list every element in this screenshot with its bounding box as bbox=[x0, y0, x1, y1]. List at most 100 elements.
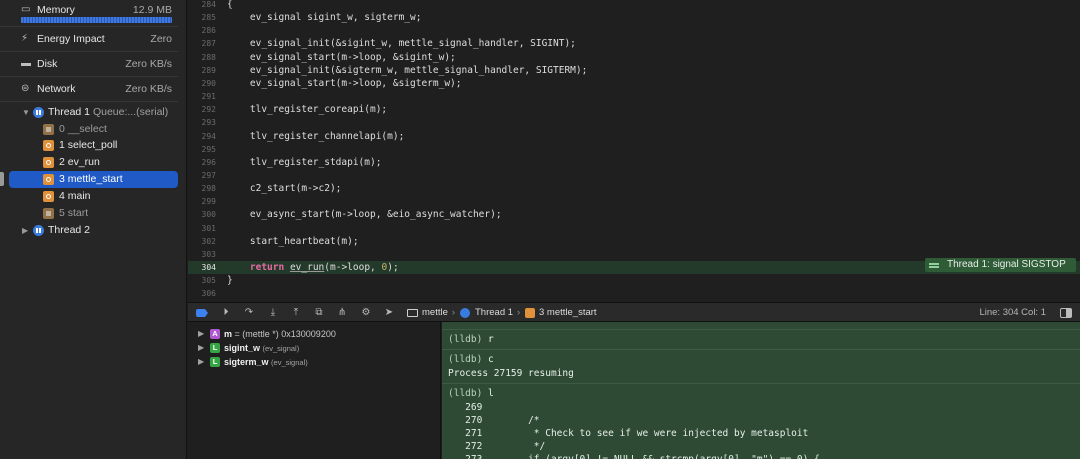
line-number[interactable]: 296 bbox=[188, 156, 216, 169]
line-number[interactable]: 286 bbox=[188, 24, 216, 37]
breadcrumb-project[interactable]: mettle › bbox=[422, 307, 459, 319]
step-out-icon[interactable]: ⤒ bbox=[290, 307, 302, 319]
view-hierarchy-icon[interactable]: ⧉ bbox=[313, 307, 325, 319]
step-over-icon[interactable]: ↷ bbox=[243, 307, 255, 319]
line-number[interactable]: 300 bbox=[188, 208, 216, 221]
gauge-energy[interactable]: ⚡ Energy Impact Zero bbox=[0, 27, 178, 52]
thread-1-row[interactable]: ▼ Thread 1 Queue:...(serial) bbox=[0, 104, 178, 121]
code-line[interactable]: 300 ev_async_start(m->loop, &eio_async_w… bbox=[188, 208, 1080, 221]
code-line[interactable]: 287 ev_signal_init(&sigint_w, mettle_sig… bbox=[188, 37, 1080, 50]
chevron-right-icon: › bbox=[517, 307, 521, 318]
chevron-right-icon[interactable]: ▶ bbox=[198, 327, 204, 341]
stack-frame-1[interactable]: 1 select_poll bbox=[0, 137, 178, 154]
line-number[interactable]: 292 bbox=[188, 103, 216, 116]
environment-overrides-icon[interactable]: ⚙ bbox=[360, 307, 372, 319]
code-line[interactable]: 291 bbox=[188, 90, 1080, 103]
line-number[interactable]: 288 bbox=[188, 51, 216, 64]
code-line[interactable]: 289 ev_signal_init(&sigterm_w, mettle_si… bbox=[188, 64, 1080, 77]
line-number[interactable]: 303 bbox=[188, 248, 216, 261]
variable-name-text: m bbox=[224, 329, 233, 339]
stop-annotation[interactable]: Thread 1: signal SIGSTOP bbox=[925, 258, 1076, 272]
stack-frame-2[interactable]: 2 ev_run bbox=[0, 154, 178, 171]
code-line[interactable]: 305} bbox=[188, 274, 1080, 287]
code-token: return bbox=[249, 262, 285, 273]
line-number[interactable]: 301 bbox=[188, 222, 216, 235]
local-badge-icon: L bbox=[210, 343, 220, 353]
line-number[interactable]: 289 bbox=[188, 64, 216, 77]
code-line[interactable]: 306 bbox=[188, 287, 1080, 300]
energy-icon: ⚡ bbox=[21, 33, 29, 44]
simulate-location-icon[interactable]: ➤ bbox=[383, 307, 395, 319]
lldb-prompt: (lldb) bbox=[448, 334, 483, 345]
line-number[interactable]: 305 bbox=[188, 274, 216, 287]
code-text: ev_signal_init(&sigterm_w, mettle_signal… bbox=[227, 64, 588, 76]
code-line[interactable]: 286 bbox=[188, 24, 1080, 37]
stack-frame-3-selected[interactable]: 3 mettle_start bbox=[9, 171, 178, 188]
chevron-right-icon[interactable]: ▶ bbox=[22, 222, 28, 239]
code-line[interactable]: 284 { bbox=[188, 0, 1080, 11]
project-icon bbox=[407, 309, 418, 317]
line-number[interactable]: 304 bbox=[188, 261, 216, 274]
gauge-disk[interactable]: ▬ Disk Zero KB/s bbox=[0, 52, 178, 77]
code-line[interactable]: 301 bbox=[188, 222, 1080, 235]
code-line[interactable]: 297 bbox=[188, 169, 1080, 182]
code-line[interactable]: 299 bbox=[188, 195, 1080, 208]
line-number[interactable]: 284 bbox=[188, 0, 216, 11]
console-line: (lldb) r bbox=[448, 333, 494, 346]
memory-usage-bar bbox=[21, 17, 172, 23]
step-into-icon[interactable]: ⤓ bbox=[267, 307, 279, 319]
line-number[interactable]: 285 bbox=[188, 11, 216, 24]
gauge-network-label: Network bbox=[37, 83, 76, 95]
code-text: { bbox=[227, 0, 233, 10]
line-number[interactable]: 302 bbox=[188, 235, 216, 248]
code-text: ev_signal_start(m->loop, &sigterm_w); bbox=[227, 77, 462, 89]
code-line[interactable]: 293 bbox=[188, 116, 1080, 129]
stack-frame-5[interactable]: 5 start bbox=[0, 205, 178, 222]
thread-2-row[interactable]: ▶ Thread 2 bbox=[0, 222, 178, 239]
code-text: tlv_register_channelapi(m); bbox=[227, 130, 405, 142]
line-number[interactable]: 290 bbox=[188, 77, 216, 90]
thread-icon bbox=[33, 107, 44, 118]
continue-icon[interactable]: ⏵ bbox=[220, 307, 232, 319]
source-editor[interactable]: 284{285 ev_signal sigint_w, sigterm_w; 28… bbox=[188, 0, 1080, 302]
memory-graph-icon[interactable]: ⋔ bbox=[336, 307, 348, 319]
breakpoints-toggle-button[interactable] bbox=[196, 309, 208, 317]
code-line[interactable]: 294 tlv_register_channelapi(m); bbox=[188, 130, 1080, 143]
line-number[interactable]: 297 bbox=[188, 169, 216, 182]
variable-name: m = (mettle *) 0x130009200 bbox=[224, 327, 336, 342]
code-line[interactable]: 288 ev_signal_start(m->loop, &sigint_w); bbox=[188, 51, 1080, 64]
variable-name-text: sigint_w bbox=[224, 343, 261, 353]
gauge-memory[interactable]: ▭ Memory 12.9 MB bbox=[0, 0, 178, 27]
toggle-panel-icon[interactable] bbox=[1060, 308, 1072, 318]
line-number[interactable]: 293 bbox=[188, 116, 216, 129]
gauge-energy-label: Energy Impact bbox=[37, 33, 105, 45]
line-number[interactable]: 295 bbox=[188, 143, 216, 156]
stack-frame-4[interactable]: 4 main bbox=[0, 188, 178, 205]
code-line[interactable]: 285 ev_signal sigint_w, sigterm_w; bbox=[188, 11, 1080, 24]
chevron-right-icon[interactable]: ▶ bbox=[198, 355, 204, 369]
code-line[interactable]: 290 ev_signal_start(m->loop, &sigterm_w)… bbox=[188, 77, 1080, 90]
chevron-right-icon[interactable]: ▶ bbox=[198, 341, 204, 355]
breadcrumb-thread[interactable]: Thread 1 › bbox=[475, 307, 524, 319]
line-number[interactable]: 291 bbox=[188, 90, 216, 103]
stack-frame-0[interactable]: 0 __select bbox=[0, 121, 178, 138]
line-number[interactable]: 299 bbox=[188, 195, 216, 208]
code-line[interactable]: 302 start_heartbeat(m); bbox=[188, 235, 1080, 248]
code-line[interactable]: 296 tlv_register_stdapi(m); bbox=[188, 156, 1080, 169]
line-number[interactable]: 287 bbox=[188, 37, 216, 50]
stack-frame-label: 1 select_poll bbox=[59, 139, 118, 151]
line-number[interactable]: 306 bbox=[188, 287, 216, 300]
code-line[interactable]: 298 c2_start(m->c2); bbox=[188, 182, 1080, 195]
code-line[interactable]: 292 tlv_register_coreapi(m); bbox=[188, 103, 1080, 116]
gauge-disk-label: Disk bbox=[37, 58, 58, 70]
gauge-network[interactable]: ⊜ Network Zero KB/s bbox=[0, 77, 178, 102]
line-number[interactable]: 298 bbox=[188, 182, 216, 195]
code-line[interactable]: 295 bbox=[188, 143, 1080, 156]
line-number[interactable]: 294 bbox=[188, 130, 216, 143]
chevron-down-icon[interactable]: ▼ bbox=[22, 104, 30, 121]
console-text: l bbox=[482, 388, 494, 399]
lldb-console[interactable]: (lldb) r (lldb) c Process 27159 resuming (l… bbox=[442, 322, 1080, 459]
breadcrumb-frame[interactable]: 3 mettle_start bbox=[539, 307, 597, 319]
variables-view[interactable]: ▶ Am = (mettle *) 0x130009200 ▶ Lsigint_w … bbox=[188, 322, 441, 459]
